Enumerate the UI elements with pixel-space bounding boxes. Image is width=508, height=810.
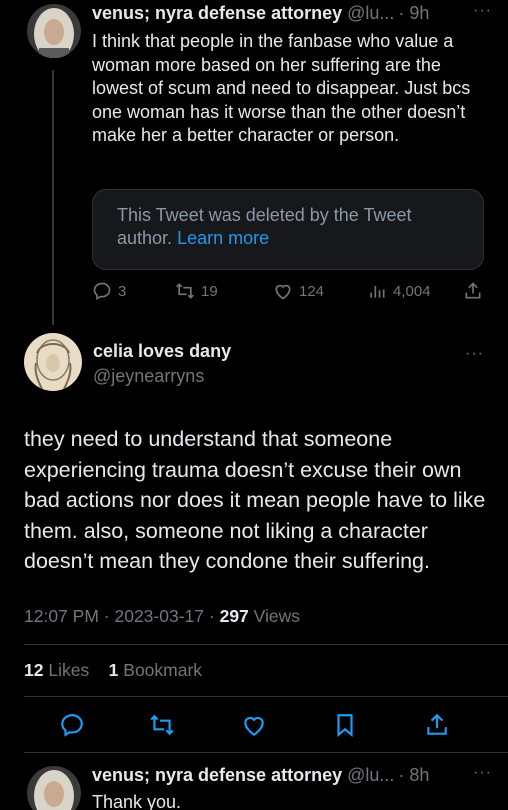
- tweet2-more-icon[interactable]: ···: [465, 345, 484, 363]
- tweet1-like-button[interactable]: 124: [273, 281, 324, 301]
- views-icon: [370, 286, 385, 298]
- tweet2-bookmark-button[interactable]: [332, 712, 358, 738]
- avatar-celia[interactable]: [24, 333, 82, 391]
- tweet2-view-count: 297: [219, 606, 249, 626]
- tweet2-author-name[interactable]: celia loves dany: [93, 341, 231, 362]
- tweet1-actions: 3 19 124 4,004: [92, 281, 484, 303]
- meta-separator: ·: [103, 606, 110, 626]
- retweet-icon: [150, 714, 174, 736]
- divider: [24, 696, 508, 697]
- avatar-venus[interactable]: [27, 4, 81, 58]
- deleted-tweet-notice: This Tweet was deleted by the Tweet auth…: [92, 189, 484, 270]
- tweet2-bookmarks-label: Bookmark: [123, 660, 203, 680]
- like-icon: [275, 284, 291, 300]
- tweet2-likes-count: 12: [24, 660, 44, 680]
- like-icon: [244, 716, 264, 737]
- tweet3-author-name[interactable]: venus; nyra defense attorney: [92, 765, 342, 786]
- tweet2-reply-button[interactable]: [59, 712, 85, 738]
- bookmark-icon: [337, 714, 353, 738]
- tweet3-author-handle[interactable]: @lu...: [347, 765, 394, 786]
- tweet2-time[interactable]: 12:07 PM: [24, 606, 99, 626]
- tweet2-views-label: Views: [253, 606, 301, 626]
- tweet1-author-name[interactable]: venus; nyra defense attorney: [92, 3, 342, 24]
- tweet2-text: they need to understand that someone exp…: [24, 427, 486, 573]
- share-icon: [427, 713, 447, 735]
- tweet2-share-button[interactable]: [424, 712, 450, 738]
- tweet2-retweet-button[interactable]: [149, 712, 175, 738]
- meta-separator: ·: [208, 606, 215, 626]
- tweet2-bookmarks-stat[interactable]: 1 Bookmark: [109, 660, 202, 680]
- tweet3-header: venus; nyra defense attorney @lu... · 8h…: [92, 764, 492, 786]
- tweet2-bookmarks-count: 1: [108, 660, 119, 680]
- tweet1-share-button[interactable]: [463, 281, 483, 301]
- learn-more-link[interactable]: Learn more: [177, 228, 269, 248]
- thread-line: [52, 70, 54, 325]
- avatar-venus[interactable]: [27, 766, 81, 810]
- tweet2-meta: 12:07 PM · 2023-03-17 · 297 Views: [24, 606, 300, 627]
- tweet3-timestamp[interactable]: · 8h: [398, 765, 429, 786]
- divider: [24, 752, 508, 753]
- tweet1-reply-button[interactable]: 3: [92, 281, 126, 301]
- reply-icon: [93, 282, 111, 300]
- reply-icon: [61, 714, 83, 737]
- tweet1-reply-count: 3: [118, 282, 127, 300]
- tweet3-text: Thank you.: [92, 792, 182, 810]
- tweet1-header: venus; nyra defense attorney @lu... · 9h…: [92, 2, 492, 24]
- share-icon: [465, 282, 481, 299]
- tweet1-retweet-button[interactable]: 19: [175, 281, 218, 301]
- tweet1-more-icon[interactable]: ···: [473, 2, 492, 20]
- divider: [24, 644, 508, 645]
- retweet-icon: [176, 283, 194, 299]
- tweet2-actions: [0, 712, 508, 742]
- tweet1-like-count: 124: [299, 282, 325, 300]
- tweet2-like-button[interactable]: [241, 712, 267, 738]
- tweet2-likes-stat[interactable]: 12 Likes: [24, 660, 89, 680]
- tweet3-more-icon[interactable]: ···: [473, 764, 492, 782]
- tweet1-retweet-count: 19: [201, 282, 218, 300]
- tweet1-view-count: 4,004: [393, 282, 431, 300]
- tweet2-author-handle[interactable]: @jeynearryns: [93, 366, 204, 387]
- tweet1-views-button[interactable]: 4,004: [367, 281, 431, 301]
- tweet2-date[interactable]: 2023-03-17: [114, 606, 204, 626]
- tweet2-likes-label: Likes: [48, 660, 90, 680]
- tweet1-text: I think that people in the fanbase who v…: [92, 31, 471, 145]
- tweet1-timestamp[interactable]: · 9h: [398, 3, 429, 24]
- tweet1-author-handle[interactable]: @lu...: [347, 3, 394, 24]
- tweet2-stats: 12 Likes 1 Bookmark: [24, 660, 202, 681]
